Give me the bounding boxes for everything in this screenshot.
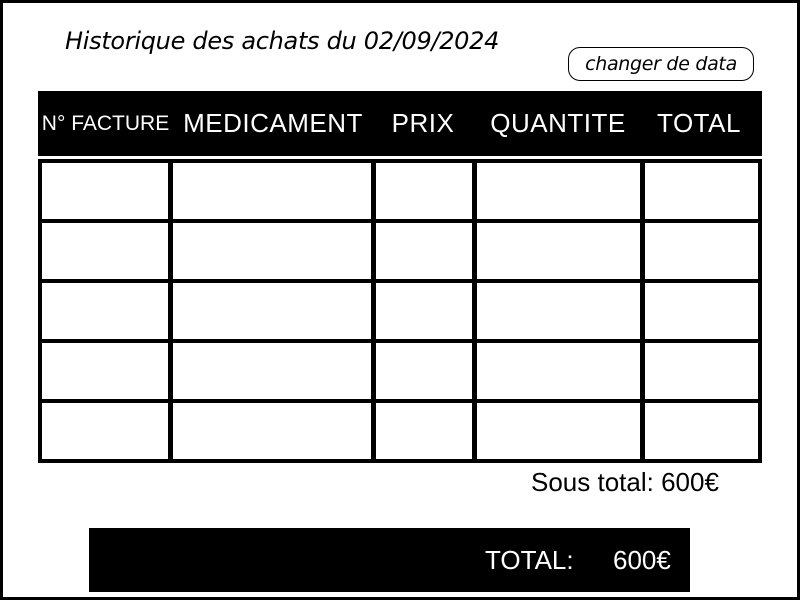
subtotal-text: Sous total: 600€ (531, 467, 719, 497)
table-cell-total (641, 159, 762, 223)
table-cell-medication (169, 219, 375, 283)
table-cell-price (372, 399, 476, 463)
table-cell-invoice-number (38, 159, 172, 223)
column-header-total: TOTAL (657, 108, 741, 138)
table-cell-quantity (473, 339, 644, 403)
table-cell-quantity (473, 399, 644, 463)
table-cell-total (641, 219, 762, 283)
table-cell-medication (169, 279, 375, 343)
table-cell-invoice-number (38, 219, 172, 283)
table-cell-total (641, 279, 762, 343)
table-header: N° FACTURE MEDICAMENT PRIX QUANTITE TOTA… (38, 91, 762, 156)
table-cell-medication (169, 399, 375, 463)
purchase-table-body (38, 159, 762, 463)
window-frame: Historique des achats du 02/09/2024 chan… (0, 0, 800, 600)
table-cell-total (641, 339, 762, 403)
table-cell-price (372, 339, 476, 403)
table-cell-medication (169, 339, 375, 403)
total-bar: TOTAL: 600€ (89, 528, 690, 592)
table-cell-quantity (473, 219, 644, 283)
table-cell-total (641, 399, 762, 463)
table-cell-price (372, 219, 476, 283)
table-cell-quantity (473, 159, 644, 223)
table-cell-quantity (473, 279, 644, 343)
table-cell-invoice-number (38, 279, 172, 343)
table-cell-price (372, 159, 476, 223)
table-cell-medication (169, 159, 375, 223)
total-value: 600€ (613, 544, 671, 575)
table-cell-price (372, 279, 476, 343)
column-header-price: PRIX (391, 108, 455, 138)
table-cell-invoice-number (38, 399, 172, 463)
page-title: Historique des achats du 02/09/2024 (65, 27, 500, 55)
total-label: TOTAL: (485, 544, 574, 575)
change-data-button[interactable]: changer de data (568, 47, 754, 81)
table-cell-invoice-number (38, 339, 172, 403)
column-header-medication: MEDICAMENT (183, 108, 363, 138)
column-header-invoice-number: N° FACTURE (41, 111, 170, 135)
column-header-quantity: QUANTITE (490, 108, 626, 138)
